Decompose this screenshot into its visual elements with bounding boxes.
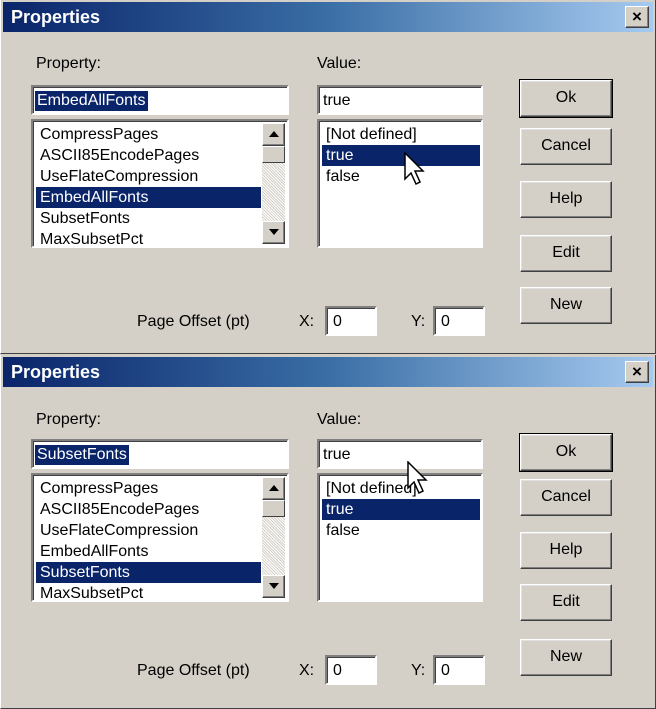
x-offset-input[interactable]: 0 (325, 306, 377, 336)
arrow-up-icon (269, 485, 279, 491)
scroll-up-button[interactable] (262, 477, 285, 500)
new-button[interactable]: New (520, 639, 612, 676)
y-label: Y: (411, 313, 426, 330)
value-list[interactable]: [Not defined] true false (317, 473, 483, 602)
title-bar[interactable]: Properties × (3, 357, 653, 387)
new-button[interactable]: New (520, 287, 612, 324)
list-item[interactable]: CompressPages (36, 124, 261, 145)
list-item[interactable]: false (322, 520, 480, 541)
mouse-pointer-icon (404, 152, 425, 186)
x-label: X: (299, 662, 315, 679)
edit-button[interactable]: Edit (520, 584, 612, 621)
y-label: Y: (411, 662, 426, 679)
property-label: Property: (36, 411, 101, 428)
list-item-selected[interactable]: EmbedAllFonts (36, 187, 261, 208)
value-label: Value: (317, 411, 362, 428)
list-item[interactable]: ASCII85EncodePages (36, 145, 261, 166)
scroll-thumb[interactable] (262, 500, 285, 517)
value-input[interactable]: true (317, 439, 483, 469)
scroll-up-button[interactable] (262, 123, 285, 146)
close-icon: × (632, 362, 642, 381)
properties-dialog: Properties × Property: Value: SubsetFont… (0, 355, 656, 709)
property-list-scrollbar[interactable] (262, 477, 285, 598)
cancel-button[interactable]: Cancel (520, 479, 612, 516)
page-offset-label: Page Offset (pt) (137, 662, 250, 679)
y-offset-input[interactable]: 0 (433, 306, 485, 336)
list-item[interactable]: SubsetFonts (36, 208, 261, 229)
list-item[interactable]: ASCII85EncodePages (36, 499, 261, 520)
mouse-pointer-icon (407, 461, 428, 495)
property-label: Property: (36, 55, 101, 72)
list-item[interactable]: MaxSubsetPct (36, 229, 261, 246)
x-offset-value: 0 (333, 313, 342, 330)
value-input-text: true (323, 446, 351, 463)
property-input[interactable]: SubsetFonts (31, 439, 289, 469)
list-item[interactable]: [Not defined] (322, 478, 480, 499)
help-button[interactable]: Help (520, 181, 612, 218)
value-input-text: true (323, 92, 351, 109)
list-item[interactable]: MaxSubsetPct (36, 583, 261, 600)
list-item-selected[interactable]: true (322, 145, 480, 166)
list-item[interactable]: false (322, 166, 480, 187)
title-bar[interactable]: Properties × (3, 2, 653, 32)
list-item[interactable]: UseFlateCompression (36, 166, 261, 187)
scroll-down-button[interactable] (262, 575, 285, 598)
x-offset-input[interactable]: 0 (325, 655, 377, 685)
dialog-title: Properties (11, 7, 101, 27)
y-offset-input[interactable]: 0 (433, 655, 485, 685)
list-item[interactable]: EmbedAllFonts (36, 541, 261, 562)
arrow-up-icon (269, 131, 279, 137)
close-icon: × (632, 7, 642, 26)
edit-button[interactable]: Edit (520, 235, 612, 272)
page-offset-label: Page Offset (pt) (137, 313, 250, 330)
x-offset-value: 0 (333, 662, 342, 679)
dialog-title: Properties (11, 362, 101, 382)
property-input-text: SubsetFonts (35, 445, 129, 465)
ok-button[interactable]: Ok (519, 79, 613, 118)
list-item-selected[interactable]: SubsetFonts (36, 562, 261, 583)
y-offset-value: 0 (441, 313, 450, 330)
properties-dialog: Properties × Property: Value: EmbedAllFo… (0, 0, 656, 354)
list-item-selected[interactable]: true (322, 499, 480, 520)
arrow-down-icon (269, 583, 279, 589)
arrow-down-icon (269, 229, 279, 235)
list-item[interactable]: UseFlateCompression (36, 520, 261, 541)
scroll-down-button[interactable] (262, 221, 285, 244)
value-list[interactable]: [Not defined] true false (317, 119, 483, 248)
help-button[interactable]: Help (520, 532, 612, 569)
property-input[interactable]: EmbedAllFonts (31, 85, 289, 115)
x-label: X: (299, 313, 315, 330)
property-list[interactable]: CompressPages ASCII85EncodePages UseFlat… (31, 473, 289, 602)
property-list[interactable]: CompressPages ASCII85EncodePages UseFlat… (31, 119, 289, 248)
value-label: Value: (317, 55, 362, 72)
ok-button[interactable]: Ok (519, 433, 613, 472)
property-list-scrollbar[interactable] (262, 123, 285, 244)
y-offset-value: 0 (441, 662, 450, 679)
property-input-text: EmbedAllFonts (35, 91, 148, 111)
cancel-button[interactable]: Cancel (520, 128, 612, 165)
value-input[interactable]: true (317, 85, 483, 115)
close-button[interactable]: × (625, 361, 649, 383)
list-item[interactable]: CompressPages (36, 478, 261, 499)
scroll-thumb[interactable] (262, 146, 285, 163)
close-button[interactable]: × (625, 6, 649, 28)
list-item[interactable]: [Not defined] (322, 124, 480, 145)
